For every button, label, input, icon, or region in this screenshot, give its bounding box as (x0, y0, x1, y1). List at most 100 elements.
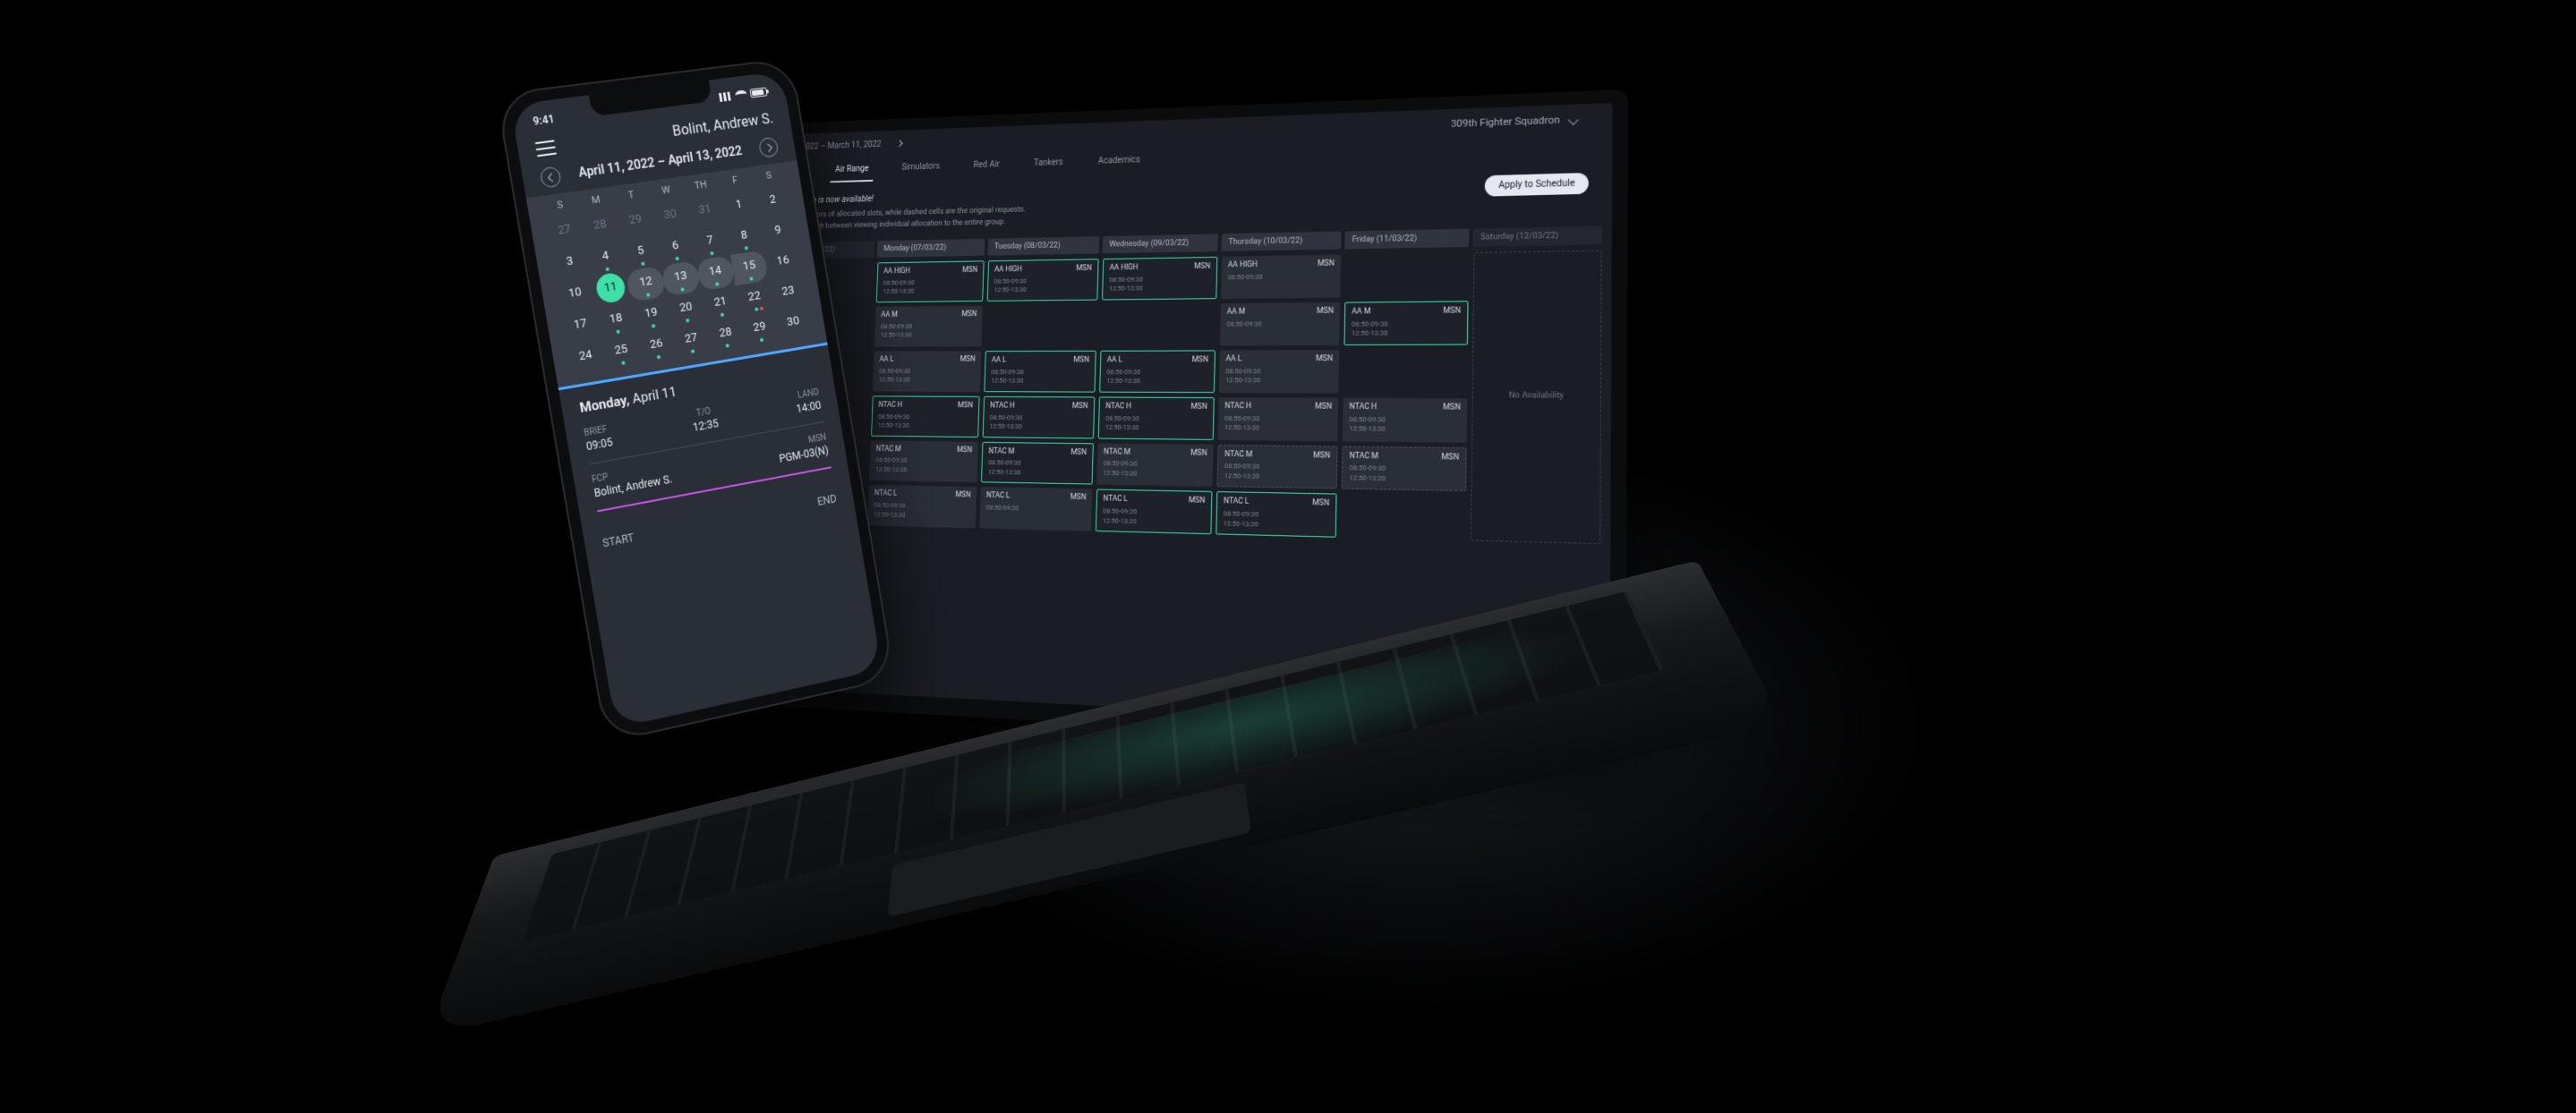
calendar-day[interactable]: 30 (651, 199, 691, 234)
cell-name: AA HIGH (1228, 260, 1258, 271)
cell-tag: MSN (1070, 447, 1087, 458)
cell-tag: MSN (958, 401, 973, 411)
allocation-cell[interactable]: AA HIGHMSN08:50-09:3012:50-13:30 (987, 259, 1099, 302)
cell-time-2: 12:50-13:30 (1103, 469, 1207, 480)
cell-name: AA L (1225, 354, 1241, 365)
status-icons (719, 87, 768, 102)
allocation-cell[interactable]: NTAC MMSN08:50-09:3012:50-13:30 (1096, 443, 1213, 487)
event-dot-icon (621, 361, 626, 365)
cell-tag: MSN (1318, 259, 1335, 270)
battery-icon (749, 87, 767, 98)
allocation-cell[interactable]: NTAC HMSN08:50-09:3012:50-13:30 (1218, 397, 1339, 441)
dow-label: S (542, 197, 579, 214)
hamburger-icon[interactable] (534, 140, 556, 157)
apply-to-schedule-button[interactable]: Apply to Schedule (1485, 173, 1589, 197)
allocation-cell[interactable]: NTAC LMSN08:50-09:30 (979, 488, 1092, 532)
event-dot-icon (715, 282, 719, 286)
cell-tag: MSN (1443, 306, 1461, 317)
cell-tag: MSN (1441, 453, 1459, 464)
wifi-icon (735, 89, 748, 99)
cell-name: NTAC L (1103, 495, 1128, 506)
squadron-label: 309th Fighter Squadron (1451, 114, 1560, 130)
calendar-day[interactable]: 26 (636, 327, 677, 364)
allocation-cell[interactable]: AA HIGHMSN08:50-09:3012:50-13:30 (1102, 257, 1217, 300)
calendar-day[interactable]: 24 (566, 339, 607, 377)
calendar-day[interactable]: 27 (544, 214, 585, 251)
allocation-cell[interactable]: AA LMSN08:50-09:3012:50-13:30 (984, 351, 1096, 393)
event-dot-icon (606, 268, 610, 272)
cell-tag: MSN (1317, 307, 1334, 318)
allocation-cell[interactable]: AA MMSN08:50-09:3012:50-13:30 (1343, 301, 1468, 345)
cell-tag: MSN (955, 491, 970, 502)
event-dot-icon (721, 313, 724, 318)
calendar-day[interactable]: 8 (725, 219, 764, 255)
allocation-cell[interactable]: NTAC HMSN08:50-09:3012:50-13:30 (983, 396, 1096, 438)
calendar-day[interactable]: 1 (720, 189, 759, 225)
cell-time-2: 12:50-13:30 (1109, 284, 1210, 294)
calendar-day[interactable]: 5 (620, 234, 661, 271)
calendar-day[interactable]: 11 (594, 271, 627, 304)
allocation-cell[interactable]: AA MMSN08:50-09:30 (1220, 302, 1340, 346)
calendar-weeks: 2728293031123456789101112131415161718192… (544, 184, 813, 377)
allocation-cell[interactable]: NTAC MMSN08:50-09:3012:50-13:20 (1216, 445, 1337, 489)
event-dot-icon (652, 324, 656, 328)
takeoff-field: T/O 12:35 (663, 401, 746, 438)
allocation-cell[interactable]: NTAC HMSN08:50-09:3012:50-13:30 (1098, 396, 1215, 439)
cell-time-2: 12:50-13:30 (1224, 423, 1332, 434)
cell-time-2: 12:50-13:30 (1352, 328, 1461, 338)
tab-tankers[interactable]: Tankers (1028, 153, 1068, 177)
allocation-cell[interactable]: AA HIGH MSN 08:50-09:30 (1221, 255, 1341, 299)
cell-time-2: 12:50-13:20 (1223, 519, 1328, 531)
calendar-day[interactable]: 27 (671, 322, 711, 359)
cell-name: NTAC M (1350, 451, 1379, 463)
brief-field: BRIEF 09:05 (584, 414, 668, 453)
msn-field: MSN PGM-03(N) (749, 433, 830, 471)
cell-tag: MSN (1194, 262, 1210, 273)
calendar-day[interactable]: 7 (690, 225, 729, 260)
allocation-cell[interactable]: NTAC MMSN08:50-09:3012:50-13:20 (1342, 446, 1467, 491)
calendar-day[interactable]: 25 (601, 334, 642, 370)
cell-tag: MSN (1443, 403, 1461, 413)
calendar-day[interactable]: 2 (754, 184, 792, 220)
allocation-cell[interactable]: NTAC MMSN08:50-09:3012:50-13:30 (981, 441, 1094, 484)
allocation-cell[interactable]: NTAC HMSN08:50-09:3012:50-13:30 (1343, 397, 1468, 442)
tab-academics[interactable]: Academics (1093, 150, 1146, 175)
calendar-day[interactable]: 29 (740, 311, 780, 347)
cell-time-2: 12:50-13:30 (1225, 376, 1333, 386)
allocation-cell[interactable]: NTAC LMSN08:50-09:2012:50-13:20 (1215, 492, 1336, 539)
start-label: START (601, 531, 635, 550)
prev-week-button[interactable] (539, 166, 561, 189)
event-dot-icon (726, 344, 729, 348)
cell-time-2: 12:50-13:30 (988, 468, 1087, 479)
event-dot-icon (681, 287, 685, 292)
cell-time-1: 08:50-09:30 (1226, 319, 1333, 329)
cell-time-1: 08:50-09:30 (985, 504, 1086, 515)
cell-time-2: 12:50-13:30 (989, 422, 1088, 432)
calendar-day[interactable]: 28 (706, 317, 746, 353)
calendar-day[interactable]: 31 (686, 193, 725, 229)
calendar-day[interactable]: 9 (759, 215, 798, 251)
cell-tag: MSN (1315, 402, 1332, 412)
next-week-button[interactable] (758, 137, 780, 158)
cell-tag: MSN (1190, 448, 1207, 459)
calendar-day[interactable]: 29 (616, 203, 656, 240)
event-dot-icon (646, 293, 651, 297)
cell-time-1: 08:50-09:30 (1227, 272, 1334, 283)
allocation-cell[interactable]: AA LMSN08:50-09:3012:50-13:30 (1099, 350, 1215, 393)
cell-name: AA L (1107, 355, 1122, 366)
cell-tag: MSN (1189, 497, 1206, 507)
day-header: Thursday (10/03/22) (1221, 232, 1341, 251)
calendar-day[interactable]: 28 (580, 208, 621, 245)
alert-dot-icon (760, 307, 763, 311)
tab-red-air[interactable]: Red Air (968, 155, 1005, 179)
calendar-day[interactable]: 6 (656, 229, 696, 265)
calendar-day[interactable]: 4 (585, 240, 626, 276)
phone-body: 9:41 Bolint, Andrew S. April 11, 2022 – … (496, 57, 895, 743)
cell-time-2: 12:50-13:30 (1349, 424, 1461, 435)
allocation-cell[interactable]: AA LMSN08:50-09:3012:50-13:30 (1219, 350, 1339, 393)
allocation-cell[interactable]: NTAC LMSN08:50-09:2012:50-13:20 (1096, 489, 1213, 535)
chevron-down-icon (1568, 115, 1579, 125)
cell-time-2: 12:50-13:20 (1349, 473, 1459, 485)
calendar-day[interactable]: 30 (774, 305, 813, 341)
dow-label: W (648, 182, 685, 198)
